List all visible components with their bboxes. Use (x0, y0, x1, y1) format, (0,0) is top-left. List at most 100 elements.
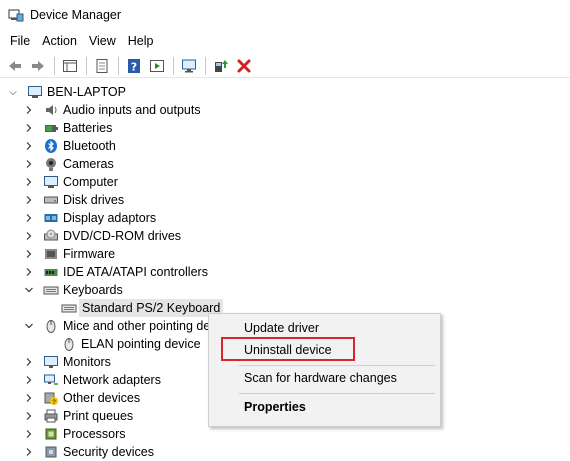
svg-text:?: ? (131, 60, 137, 73)
chevron-right-icon[interactable] (24, 177, 34, 187)
uninstall-device-menu-item[interactable]: Uninstall device (209, 339, 440, 361)
tree-item-label: Security devices (63, 445, 155, 459)
tree-category-item[interactable]: Disk drives (24, 191, 124, 209)
tree-category-item[interactable]: Print queues (24, 407, 133, 425)
tree-item-label: Computer (63, 175, 118, 189)
help-icon[interactable]: ? (123, 55, 145, 77)
mouse-icon (61, 336, 77, 352)
tree-category-item[interactable]: Computer (24, 173, 118, 191)
tree-category-item[interactable]: Display adaptors (24, 209, 156, 227)
tree-category-item[interactable]: Bluetooth (24, 137, 116, 155)
tree-category-item[interactable]: Firmware (24, 245, 115, 263)
chevron-right-icon[interactable] (24, 249, 34, 259)
context-menu: Update driver Uninstall device Scan for … (208, 313, 441, 427)
monitor-scan-icon[interactable] (178, 55, 200, 77)
run-action-icon[interactable] (146, 55, 168, 77)
tree-category-item[interactable]: Batteries (24, 119, 112, 137)
tree-child-item[interactable]: Standard PS/2 Keyboard (61, 299, 224, 317)
chevron-right-icon[interactable] (24, 357, 34, 367)
uninstall-x-icon[interactable] (233, 55, 255, 77)
chevron-right-icon[interactable] (24, 429, 34, 439)
properties-menu-item[interactable]: Properties (209, 396, 440, 418)
tree-item-label: Audio inputs and outputs (63, 103, 201, 117)
tree-item-label: Print queues (63, 409, 134, 423)
tree-category-item[interactable]: DVD/CD-ROM drives (24, 227, 181, 245)
tree-root[interactable]: ⌵ BEN-LAPTOP (8, 83, 126, 101)
chevron-right-icon[interactable] (24, 375, 34, 385)
chevron-right-icon[interactable] (24, 123, 34, 133)
tree-item-label: Batteries (63, 121, 113, 135)
forward-arrow-icon[interactable] (27, 55, 49, 77)
chevron-right-icon[interactable] (24, 195, 34, 205)
tree-item-label: Display adaptors (63, 211, 157, 225)
title-bar: Device Manager (0, 0, 570, 30)
disk-drive-icon (43, 192, 59, 208)
chevron-right-icon[interactable] (24, 411, 34, 421)
tree-child-item[interactable]: ELAN pointing device (61, 335, 201, 353)
update-driver-icon[interactable] (210, 55, 232, 77)
chevron-right-icon[interactable] (24, 141, 34, 151)
tree-category-item[interactable]: Audio inputs and outputs (24, 101, 201, 119)
ide-controller-icon (43, 264, 59, 280)
chevron-down-icon[interactable]: ⌵ (8, 87, 18, 98)
keyboard-icon (61, 300, 77, 316)
menu-action[interactable]: Action (36, 34, 83, 48)
tree-category-item[interactable]: ? Other devices (24, 389, 140, 407)
camera-icon (43, 156, 59, 172)
tree-item-label: Bluetooth (63, 139, 116, 153)
tree-category-item[interactable]: IDE ATA/ATAPI controllers (24, 263, 208, 281)
show-hide-tree-icon[interactable] (59, 55, 81, 77)
tree-item-label: Keyboards (63, 283, 123, 297)
tree-category-item[interactable]: Monitors (24, 353, 111, 371)
tree-item-label: IDE ATA/ATAPI controllers (63, 265, 208, 279)
tree-category-item[interactable]: Mice and other pointing de (24, 317, 210, 335)
monitor-icon (43, 354, 59, 370)
battery-icon (43, 120, 59, 136)
tree-category-item[interactable]: Processors (24, 425, 126, 443)
toolbar-separator (173, 56, 174, 75)
chevron-right-icon[interactable] (24, 267, 34, 277)
processor-icon (43, 426, 59, 442)
menu-file[interactable]: File (4, 34, 36, 48)
chevron-down-icon[interactable] (24, 285, 34, 295)
properties-sheet-icon[interactable] (91, 55, 113, 77)
firmware-icon (43, 246, 59, 262)
chevron-right-icon[interactable] (24, 213, 34, 223)
chevron-down-icon[interactable] (24, 321, 34, 331)
chevron-right-icon[interactable] (24, 105, 34, 115)
chevron-right-icon[interactable] (24, 447, 34, 457)
tree-item-label: Standard PS/2 Keyboard (79, 299, 224, 317)
tree-category-item[interactable]: Keyboards (24, 281, 123, 299)
tree-root-label: BEN-LAPTOP (47, 85, 126, 99)
tree-item-label: Network adapters (63, 373, 161, 387)
tree-item-label: DVD/CD-ROM drives (63, 229, 182, 243)
chevron-right-icon[interactable] (24, 231, 34, 241)
menu-view[interactable]: View (83, 34, 122, 48)
chevron-right-icon[interactable] (24, 159, 34, 169)
bluetooth-icon (43, 138, 59, 154)
menu-separator (239, 393, 435, 394)
display-adapter-icon (43, 210, 59, 226)
toolbar-separator (205, 56, 206, 75)
computer-icon (27, 84, 43, 100)
other-devices-icon: ? (43, 390, 59, 406)
tree-item-label: Disk drives (63, 193, 125, 207)
tree-category-item[interactable]: Security devices (24, 443, 154, 461)
menu-help[interactable]: Help (122, 34, 160, 48)
tree-item-label: ELAN pointing device (81, 337, 201, 351)
speaker-icon (43, 102, 59, 118)
toolbar: ? (0, 54, 570, 78)
scan-hardware-menu-item[interactable]: Scan for hardware changes (209, 367, 440, 389)
window-title: Device Manager (30, 8, 122, 22)
update-driver-menu-item[interactable]: Update driver (209, 317, 440, 339)
back-arrow-icon[interactable] (4, 55, 26, 77)
toolbar-separator (54, 56, 55, 75)
network-icon (43, 372, 59, 388)
security-icon (43, 444, 59, 460)
dvd-icon (43, 228, 59, 244)
chevron-right-icon[interactable] (24, 393, 34, 403)
tree-category-item[interactable]: Cameras (24, 155, 114, 173)
printer-icon (43, 408, 59, 424)
computer-icon (43, 174, 59, 190)
tree-category-item[interactable]: Network adapters (24, 371, 161, 389)
